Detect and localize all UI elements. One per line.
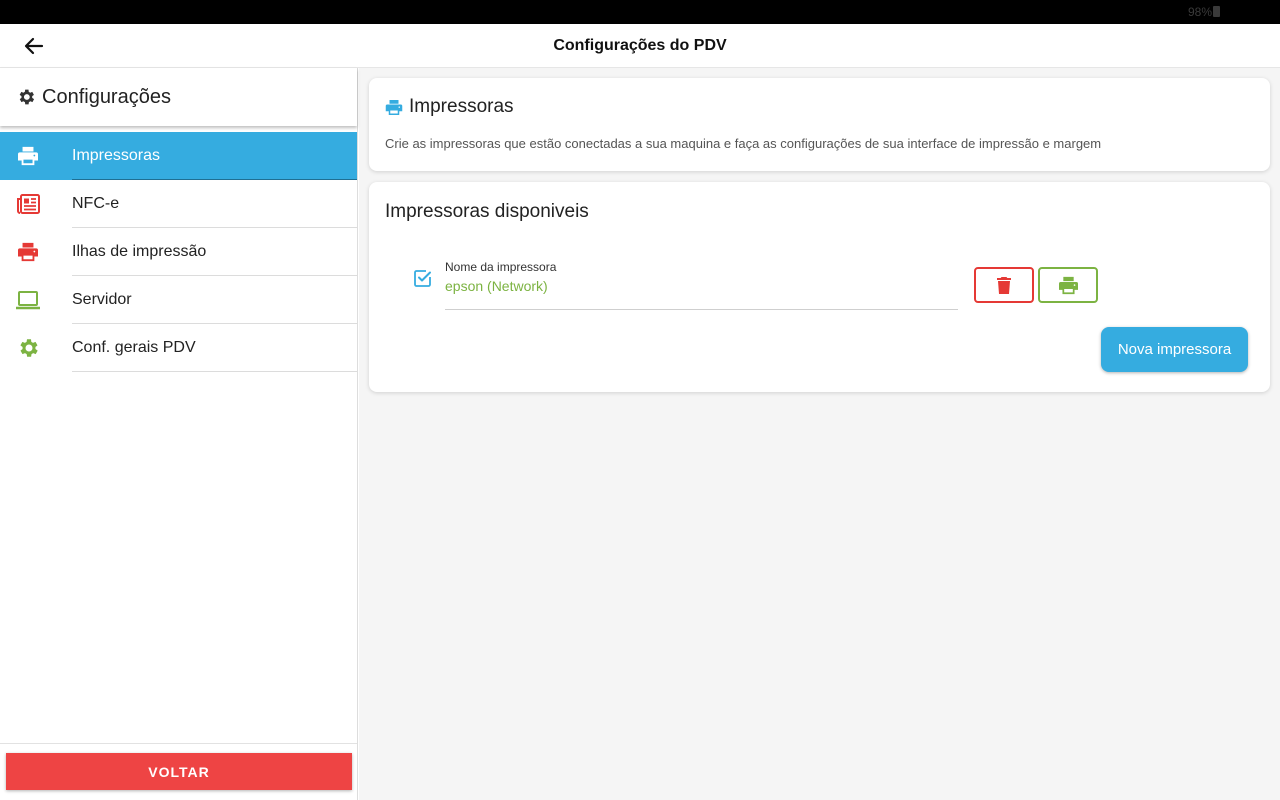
gear-icon xyxy=(19,89,35,105)
trash-icon xyxy=(997,276,1011,294)
delete-printer-button[interactable] xyxy=(974,267,1034,303)
sidebar-item-label: NFC-e xyxy=(72,195,120,212)
sidebar-item-label: Servidor xyxy=(72,291,132,308)
section-description: Crie as impressoras que estão conectadas… xyxy=(385,136,1102,151)
main-content: Impressoras Crie as impressoras que estã… xyxy=(359,68,1280,800)
sidebar-item-servidor[interactable]: Servidor xyxy=(0,276,357,324)
newspaper-icon xyxy=(0,194,72,214)
checkbox-checked-icon[interactable] xyxy=(413,268,433,288)
battery-level: 98% xyxy=(1187,5,1212,19)
app-bar: Configurações do PDV xyxy=(0,24,1280,68)
sidebar-item-label: Ilhas de impressão xyxy=(72,243,207,260)
available-printers-card: Impressoras disponiveis Nome da impresso… xyxy=(369,182,1270,392)
printer-name-value: epson (Network) xyxy=(445,278,548,294)
sidebar-item-nfce[interactable]: NFC-e xyxy=(0,180,357,228)
divider xyxy=(0,743,357,744)
printers-header-card: Impressoras Crie as impressoras que estã… xyxy=(369,78,1270,171)
printer-icon xyxy=(1058,276,1078,294)
sidebar-menu: Impressoras NFC-e Ilhas de impressão Ser… xyxy=(0,132,357,372)
gear-icon xyxy=(0,336,72,360)
sidebar-item-label: Conf. gerais PDV xyxy=(72,339,196,356)
page-title: Configurações do PDV xyxy=(553,37,727,54)
sidebar-item-conf-gerais-pdv[interactable]: Conf. gerais PDV xyxy=(0,324,357,372)
sidebar-header: Configurações xyxy=(0,68,357,126)
sidebar: Configurações Impressoras NFC-e Ilhas de… xyxy=(0,68,358,800)
battery-icon xyxy=(1213,6,1220,17)
card-header: Impressoras xyxy=(385,96,514,118)
sidebar-title: Configurações xyxy=(42,85,171,108)
sidebar-item-impressoras[interactable]: Impressoras xyxy=(0,132,357,180)
printer-icon xyxy=(0,242,72,262)
status-bar: 98% xyxy=(0,0,1280,24)
section-title: Impressoras xyxy=(409,96,514,117)
new-printer-button[interactable]: Nova impressora xyxy=(1101,327,1248,372)
printer-name-label: Nome da impressora xyxy=(445,260,557,274)
available-printers-title: Impressoras disponiveis xyxy=(385,201,589,222)
printer-name-field[interactable]: Nome da impressora epson (Network) xyxy=(445,260,958,310)
voltar-button[interactable]: VOLTAR xyxy=(6,753,352,790)
printer-icon xyxy=(0,146,72,166)
laptop-icon xyxy=(0,290,72,310)
sidebar-item-label: Impressoras xyxy=(72,147,161,164)
printer-icon xyxy=(385,99,403,115)
test-print-button[interactable] xyxy=(1038,267,1098,303)
sidebar-item-ilhas-de-impressao[interactable]: Ilhas de impressão xyxy=(0,228,357,276)
